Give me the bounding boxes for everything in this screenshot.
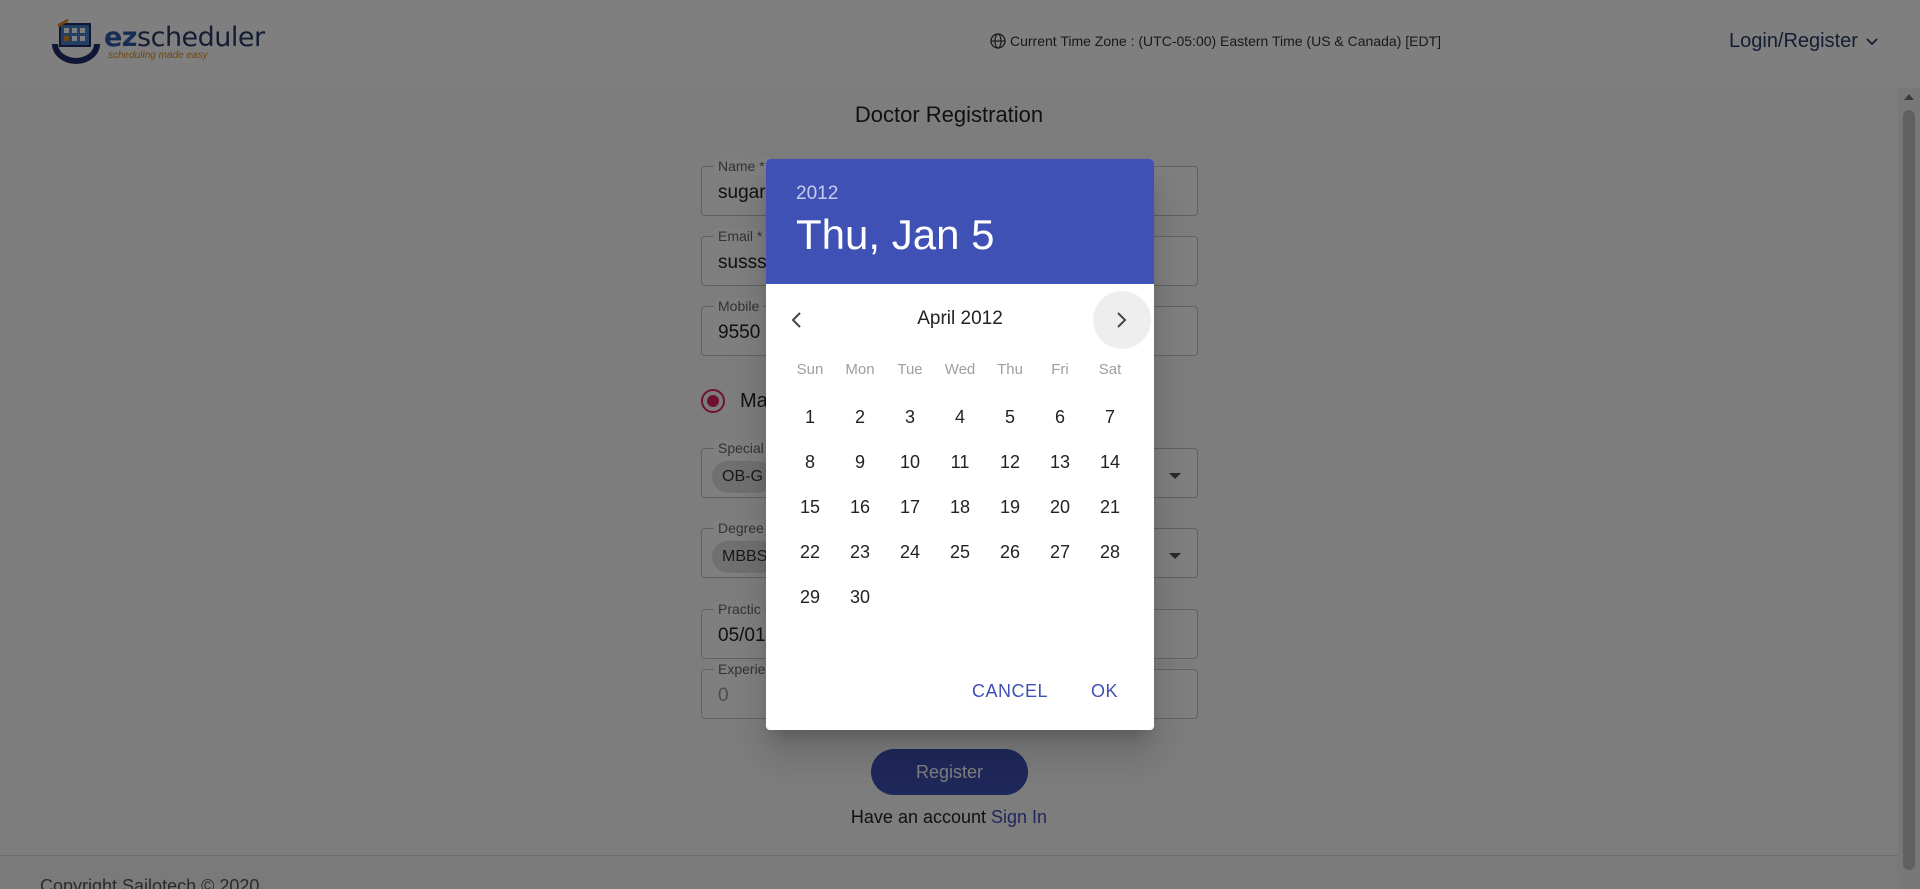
calendar-day[interactable]: 29 [788,575,832,619]
calendar-day[interactable]: 21 [1088,485,1132,529]
next-month-button[interactable] [1093,291,1151,349]
weekday-label-wed: Wed [944,361,976,378]
date-picker-header: 2012 Thu, Jan 5 [766,159,1154,284]
weekday-label-tue: Tue [897,361,923,378]
weekday-label-sun: Sun [796,361,824,378]
weekday-label-sat: Sat [1098,361,1122,378]
weekday-label-thu: Thu [997,361,1023,378]
calendar-day[interactable]: 13 [1038,440,1082,484]
calendar-day[interactable]: 4 [938,395,982,439]
chevron-right-icon [1117,312,1127,328]
calendar-day[interactable]: 19 [988,485,1032,529]
calendar-day[interactable]: 23 [838,530,882,574]
calendar-day[interactable]: 1 [788,395,832,439]
calendar-day[interactable]: 2 [838,395,882,439]
calendar-day[interactable]: 18 [938,485,982,529]
date-picker-dialog: 2012 Thu, Jan 5 April 2012 Sun Mon Tue Wed T… [766,159,1154,730]
calendar-day[interactable]: 25 [938,530,982,574]
calendar-day[interactable]: 27 [1038,530,1082,574]
calendar-day[interactable]: 10 [888,440,932,484]
calendar-day[interactable]: 14 [1088,440,1132,484]
weekday-label-fri: Fri [1051,361,1069,378]
calendar-day[interactable]: 12 [988,440,1032,484]
weekday-label-mon: Mon [845,361,875,378]
calendar-day[interactable]: 30 [838,575,882,619]
ok-button[interactable]: OK [1091,681,1118,702]
calendar-day[interactable]: 7 [1088,395,1132,439]
calendar-day[interactable]: 28 [1088,530,1132,574]
calendar-day[interactable]: 9 [838,440,882,484]
calendar-day[interactable]: 22 [788,530,832,574]
calendar-day[interactable]: 6 [1038,395,1082,439]
calendar-day[interactable]: 11 [938,440,982,484]
year-selector[interactable]: 2012 [796,183,838,205]
calendar-day[interactable]: 20 [1038,485,1082,529]
calendar-day[interactable]: 24 [888,530,932,574]
calendar-day[interactable]: 15 [788,485,832,529]
calendar-day[interactable]: 8 [788,440,832,484]
selected-date-display: Thu, Jan 5 [796,211,995,258]
calendar-day[interactable]: 3 [888,395,932,439]
cancel-button[interactable]: CANCEL [972,681,1048,702]
calendar-day[interactable]: 26 [988,530,1032,574]
calendar-day[interactable]: 17 [888,485,932,529]
calendar-day[interactable]: 16 [838,485,882,529]
calendar-day[interactable]: 5 [988,395,1032,439]
